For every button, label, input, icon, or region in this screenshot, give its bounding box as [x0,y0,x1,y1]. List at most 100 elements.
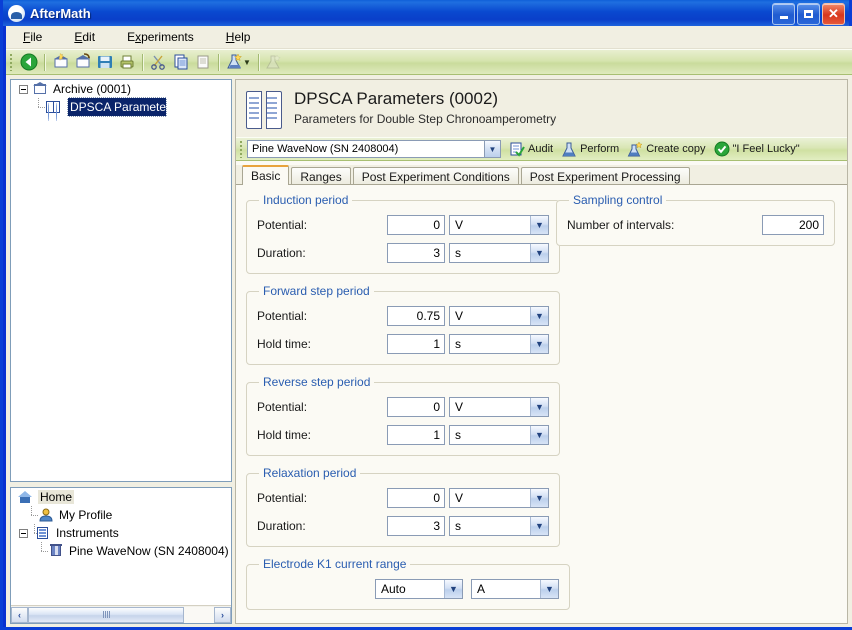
action-bar-grip[interactable] [239,140,244,158]
tree-row-archive[interactable]: Archive (0001) [11,80,231,98]
relaxation-potential-input[interactable]: 0 [387,488,445,508]
paste-icon[interactable] [192,52,213,72]
scroll-right-button[interactable]: › [214,606,231,623]
nav-label-instruments: Instruments [56,526,119,540]
relaxation-duration-input[interactable]: 3 [387,516,445,536]
close-button[interactable]: ✕ [822,3,845,25]
tab-post-experiment-conditions[interactable]: Post Experiment Conditions [352,167,519,185]
electrode-range-select[interactable]: Auto ▼ [375,579,463,599]
electrode-unit-value: A [477,582,486,596]
chevron-down-icon[interactable]: ▼ [530,426,548,444]
forward-potential-input[interactable]: 0.75 [387,306,445,326]
navigation-panel[interactable]: Home My Profile Instruments Pine WaveNow… [10,487,232,624]
menu-file[interactable]: File [20,28,45,46]
minimize-button[interactable] [772,3,795,25]
sampling-control-legend: Sampling control [573,193,663,207]
chevron-down-icon[interactable]: ▼ [444,580,462,598]
reverse-hold-time-unit-select[interactable]: s ▼ [449,425,549,445]
chevron-down-icon[interactable]: ▼ [530,517,548,535]
create-copy-button[interactable]: Create copy [625,140,711,158]
maximize-button[interactable] [797,3,820,25]
electrode-current-range-legend: Electrode K1 current range [263,557,407,571]
tab-ranges[interactable]: Ranges [291,167,351,185]
title-bar: AfterMath ✕ [3,0,849,26]
navigation-tree: Home My Profile Instruments Pine WaveNow… [11,488,231,605]
perform-flask-icon [561,141,577,157]
new-archive-icon[interactable] [50,52,71,72]
induction-potential-unit-select[interactable]: V ▼ [449,215,549,235]
toolbar-grip[interactable] [9,53,14,71]
chevron-down-icon[interactable]: ▼ [530,489,548,507]
document-panel: DPSCA Parameters (0002) Parameters for D… [235,79,848,624]
forward-step-period-group: Forward step period Potential: 0.75 V ▼ [246,284,560,365]
document-header: DPSCA Parameters (0002) Parameters for D… [236,80,847,137]
instrument-select-value: Pine WaveNow (SN 2408004) [252,143,399,155]
induction-duration-unit-select[interactable]: s ▼ [449,243,549,263]
instrument-select[interactable]: Pine WaveNow (SN 2408004) ▼ [247,140,501,158]
new-experiment-icon[interactable] [224,52,245,72]
tab-post-experiment-processing[interactable]: Post Experiment Processing [520,167,690,185]
archive-tree-panel[interactable]: Archive (0001) DPSCA Parameters (0002) [10,79,232,482]
application-window: AfterMath ✕ File Edit Experiments Help ▼… [0,0,852,630]
delete-archive-icon[interactable] [72,52,93,72]
chevron-down-icon[interactable]: ▼ [530,307,548,325]
print-icon[interactable] [116,52,137,72]
audit-icon [509,141,525,157]
parameters-book-icon [45,99,61,115]
nav-horizontal-scrollbar[interactable]: ‹ › [11,605,231,623]
chevron-down-icon[interactable]: ▼ [530,216,548,234]
save-icon[interactable] [94,52,115,72]
perform-disabled-icon [264,52,285,72]
reverse-hold-time-input[interactable]: 1 [387,425,445,445]
scroll-left-button[interactable]: ‹ [11,606,28,623]
tree-expander-archive[interactable] [19,84,28,94]
audit-button[interactable]: Audit [507,140,559,158]
induction-potential-input[interactable]: 0 [387,215,445,235]
scroll-thumb[interactable] [28,606,184,623]
reverse-step-period-legend: Reverse step period [263,375,371,389]
left-form-column: Induction period Potential: 0 V ▼ Durati… [246,193,570,623]
forward-potential-label: Potential: [257,309,308,323]
chevron-down-icon[interactable]: ▼ [484,141,500,157]
tree-label-archive: Archive (0001) [53,82,132,96]
relaxation-potential-unit-select[interactable]: V ▼ [449,488,549,508]
toolbar-separator [257,53,259,71]
tree-row-dpsca-parameters[interactable]: DPSCA Parameters (0002) [11,97,231,117]
nav-item-instruments[interactable]: Instruments [11,524,231,542]
reverse-potential-input[interactable]: 0 [387,397,445,417]
nav-item-home[interactable]: Home [11,488,231,506]
back-icon[interactable] [18,52,39,72]
chevron-down-icon[interactable]: ▼ [530,335,548,353]
nav-item-pine-wavenow[interactable]: Pine WaveNow (SN 2408004) [11,542,231,560]
copy-icon[interactable] [170,52,191,72]
menu-experiments[interactable]: Experiments [124,28,197,46]
sampling-intervals-row: Number of intervals: 200 [567,213,824,237]
tree-label-dpsca-parameters: DPSCA Parameters (0002) [67,97,214,117]
forward-hold-time-input[interactable]: 1 [387,334,445,354]
relaxation-duration-unit-select[interactable]: s ▼ [449,516,549,536]
menu-help[interactable]: Help [223,28,254,46]
scroll-track[interactable] [28,606,214,623]
feel-lucky-button[interactable]: "I Feel Lucky" [712,140,806,158]
perform-button[interactable]: Perform [559,140,625,158]
sampling-control-group: Sampling control Number of intervals: 20… [556,193,835,246]
feel-lucky-check-icon [714,141,730,157]
cut-icon[interactable] [148,52,169,72]
chevron-down-icon[interactable]: ▼ [530,244,548,262]
chevron-down-icon[interactable]: ▼ [530,398,548,416]
tab-post-experiment-processing-label: Post Experiment Processing [529,169,681,184]
induction-duration-input[interactable]: 3 [387,243,445,263]
forward-potential-unit-select[interactable]: V ▼ [449,306,549,326]
nav-expander-instruments[interactable] [19,528,28,538]
nav-item-my-profile[interactable]: My Profile [11,506,231,524]
electrode-unit-select[interactable]: A ▼ [471,579,559,599]
menu-edit[interactable]: Edit [71,28,98,46]
create-copy-label: Create copy [646,143,706,155]
induction-duration-row: Duration: 3 s ▼ [257,241,549,265]
sampling-intervals-input[interactable]: 200 [762,215,824,235]
tab-basic[interactable]: Basic [242,165,290,185]
main-split: Archive (0001) DPSCA Parameters (0002) H… [6,75,852,627]
reverse-potential-unit-select[interactable]: V ▼ [449,397,549,417]
forward-hold-time-unit-select[interactable]: s ▼ [449,334,549,354]
home-icon [17,489,33,505]
